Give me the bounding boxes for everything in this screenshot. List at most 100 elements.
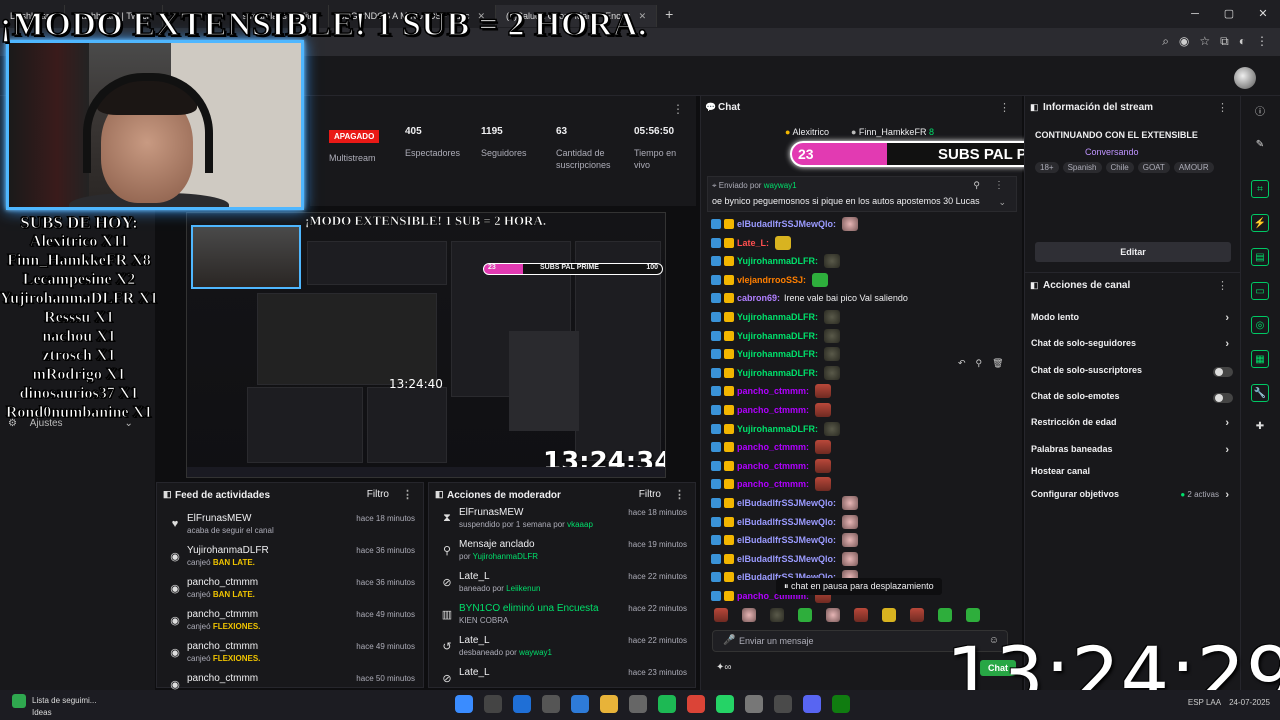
chat-paused-banner[interactable]: ⏸ chat en pausa para desplazamiento: [776, 578, 942, 595]
start-icon[interactable]: [455, 695, 473, 713]
chat-message[interactable]: Late_L:: [711, 235, 792, 251]
close-window-icon[interactable]: ✕: [1246, 0, 1280, 28]
chat-username[interactable]: elBudadlfrSSJMewQlo:: [737, 219, 836, 229]
toggle-switch[interactable]: [1213, 393, 1233, 403]
channel-action-row[interactable]: Modo lento ›: [1031, 312, 1237, 328]
chat-message[interactable]: elBudadlfrSSJMewQlo:: [711, 216, 859, 232]
spotify-icon[interactable]: [658, 695, 676, 713]
mod-target[interactable]: Mensaje anclado: [459, 539, 535, 550]
leaderboard-entry[interactable]: ● Alexitrico: [785, 127, 829, 137]
tag[interactable]: Chile: [1105, 162, 1134, 173]
chat-message[interactable]: YujirohanmaDLFR:: [711, 346, 841, 362]
emote-icon[interactable]: [770, 608, 784, 622]
chat-username[interactable]: pancho_ctmmm:: [737, 386, 809, 396]
folder-icon[interactable]: [600, 695, 618, 713]
feed-user[interactable]: pancho_ctmmm: [187, 577, 258, 588]
mod-target[interactable]: Late_L: [459, 635, 490, 646]
chat-username[interactable]: pancho_ctmmm:: [737, 442, 809, 452]
emote-icon[interactable]: [910, 608, 924, 622]
channel-action-row[interactable]: Palabras baneadas ›: [1031, 444, 1237, 460]
discord-icon[interactable]: [803, 695, 821, 713]
more-icon[interactable]: ⋮: [999, 101, 1010, 114]
emote-icon[interactable]: [826, 608, 840, 622]
chat-message[interactable]: elBudadlfrSSJMewQlo:: [711, 514, 859, 530]
mod-item[interactable]: ▥ BYN1CO eliminó una Encuesta KIEN COBRA h…: [429, 601, 695, 633]
chevron-down-icon[interactable]: ⌄: [998, 197, 1006, 208]
feed-user[interactable]: pancho_ctmmm: [187, 609, 258, 620]
feed-item[interactable]: ◉ YujirohanmaDLFR canjeó BAN LATE. hace 36 …: [157, 543, 423, 575]
stream-category[interactable]: Conversando: [1085, 147, 1139, 157]
date-display[interactable]: 24-07-2025: [1229, 698, 1270, 707]
chrome-icon[interactable]: [687, 695, 705, 713]
toggle-switch[interactable]: [1213, 367, 1233, 377]
extension-icon[interactable]: ✚: [1251, 418, 1269, 436]
mod-item[interactable]: ⧗ ElFrunasMEW suspendido por 1 semana por …: [429, 505, 695, 537]
chat-message[interactable]: YujirohanmaDLFR:: [711, 309, 841, 325]
chat-username[interactable]: Late_L:: [737, 238, 769, 248]
reply-icon[interactable]: ↶: [958, 358, 966, 369]
bolt-icon[interactable]: ⚡: [1251, 214, 1269, 232]
chat-message[interactable]: elBudadlfrSSJMewQlo:: [711, 551, 859, 567]
mod-item[interactable]: ↺ Late_L desbaneado por wayway1 hace 22 min…: [429, 633, 695, 665]
emote-icon[interactable]: [742, 608, 756, 622]
edit-button[interactable]: Editar: [1035, 242, 1231, 262]
app-icon[interactable]: [745, 695, 763, 713]
star-icon[interactable]: ☆: [1199, 34, 1210, 49]
mic-icon[interactable]: 🎤: [723, 635, 735, 646]
feed-user[interactable]: ElFrunasMEW: [187, 513, 251, 524]
mod-actor[interactable]: YujirohanmaDLFR: [473, 552, 538, 561]
chat-message[interactable]: pancho_ctmmm:: [711, 439, 832, 455]
feed-item[interactable]: ◉ pancho_ctmmm canjeó BAN LATE. hace 36 min…: [157, 575, 423, 607]
chat-username[interactable]: elBudadlfrSSJMewQlo:: [737, 498, 836, 508]
wrench-icon[interactable]: 🔧: [1251, 384, 1269, 402]
chat-username[interactable]: YujirohanmaDLFR:: [737, 331, 818, 341]
mod-item[interactable]: ⚲ Mensaje anclado por YujirohanmaDLFR hace …: [429, 537, 695, 569]
new-tab-button[interactable]: +: [657, 6, 681, 22]
chat-message[interactable]: YujirohanmaDLFR:: [711, 365, 841, 381]
more-icon[interactable]: ⋮: [402, 488, 413, 501]
feed-user[interactable]: pancho_ctmmm: [187, 641, 258, 652]
feed-user[interactable]: pancho_ctmmm: [187, 673, 258, 684]
xbox-icon[interactable]: [832, 695, 850, 713]
emote-icon[interactable]: [798, 608, 812, 622]
chat-message[interactable]: pancho_ctmmm:: [711, 402, 832, 418]
notes-icon[interactable]: ▤: [1251, 248, 1269, 266]
mod-actor[interactable]: vkaaap: [567, 520, 593, 529]
channel-action-row[interactable]: Chat de solo-seguidores ›: [1031, 338, 1237, 354]
edge-icon[interactable]: [513, 695, 531, 713]
tag[interactable]: 18+: [1035, 162, 1059, 173]
chat-message[interactable]: YujirohanmaDLFR:: [711, 328, 841, 344]
emote-icon[interactable]: [966, 608, 980, 622]
language-indicator[interactable]: ESP LAA: [1188, 698, 1221, 707]
chat-message[interactable]: YujirohanmaDLFR:: [711, 421, 841, 437]
emote-icon[interactable]: [854, 608, 868, 622]
info-icon[interactable]: ⓘ: [1251, 104, 1269, 122]
pin-message-icon[interactable]: ⚲: [976, 358, 983, 369]
feed-item[interactable]: ◉ pancho_ctmmm canjeó FLEXIONES. hace 49 mi…: [157, 607, 423, 639]
bits-icon[interactable]: ✦∞: [716, 662, 732, 673]
store-icon[interactable]: [542, 695, 560, 713]
chat-username[interactable]: pancho_ctmmm:: [737, 461, 809, 471]
chat-rail-icon[interactable]: ▭: [1251, 282, 1269, 300]
chat-message[interactable]: pancho_ctmmm:: [711, 458, 832, 474]
feed-item[interactable]: ♥ ElFrunasMEW acaba de seguir el canal hac…: [157, 511, 423, 543]
channel-action-row[interactable]: Configurar objetivos › 2 activas: [1031, 489, 1237, 505]
mod-target[interactable]: ElFrunasMEW: [459, 507, 523, 518]
delete-icon[interactable]: 🗑: [992, 358, 1003, 369]
pin-icon[interactable]: ⚲: [973, 180, 980, 191]
tag[interactable]: AMOUR: [1173, 162, 1214, 173]
mod-target[interactable]: Late_L: [459, 667, 490, 678]
menu-icon[interactable]: ⋮: [1256, 34, 1268, 49]
more-icon[interactable]: ⋮: [994, 180, 1004, 191]
app-icon[interactable]: [629, 695, 647, 713]
more-icon[interactable]: ⋮: [1217, 279, 1228, 292]
profile-icon[interactable]: ◐: [1239, 34, 1246, 49]
zoom-icon[interactable]: ⌕: [1162, 34, 1169, 49]
more-icon[interactable]: ⋮: [1217, 101, 1228, 114]
emote-icon[interactable]: [882, 608, 896, 622]
extensions-icon[interactable]: ⧉: [1220, 34, 1229, 49]
chat-username[interactable]: elBudadlfrSSJMewQlo:: [737, 517, 836, 527]
widget-news[interactable]: Lista de seguimi... Ideas: [12, 694, 96, 718]
chat-username[interactable]: elBudadlfrSSJMewQlo:: [737, 535, 836, 545]
chat-message[interactable]: pancho_ctmmm:: [711, 476, 832, 492]
